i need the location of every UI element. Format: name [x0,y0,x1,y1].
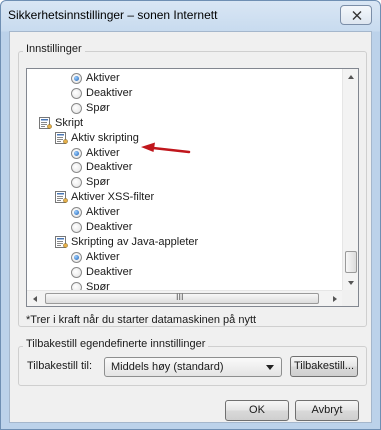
reset-group-label: Tilbakestill egendefinerte innstillinger [23,338,209,350]
reset-to-label: Tilbakestill til: [27,360,92,372]
settings-tree[interactable]: Aktiver Deaktiver Spør Skript Aktiv skriptin… [26,68,359,307]
settings-tree-items: Aktiver Deaktiver Spør Skript Aktiv skriptin… [27,69,343,291]
cancel-button[interactable]: Avbryt [295,400,359,421]
title-bar[interactable]: Sikkerhetsinnstillinger – sonen Internet… [1,1,380,31]
vertical-scroll-thumb[interactable] [345,251,357,273]
scroll-down-button[interactable] [343,275,358,291]
scroll-grip: III [176,292,184,302]
radio-label: Spør [86,176,110,189]
scroll-right-button[interactable] [327,291,343,306]
ok-button[interactable]: OK [225,400,289,421]
category-label: Aktiv skripting [71,131,139,144]
radio-unchecked-icon[interactable] [71,222,82,233]
settings-page-icon [55,191,68,204]
category-label: Aktiver XSS-filter [71,191,155,204]
settings-page-icon [55,131,68,144]
scroll-up-button[interactable] [343,69,358,85]
scroll-left-button[interactable] [27,291,43,306]
settings-page-icon [55,235,68,248]
radio-unchecked-icon[interactable] [71,177,82,189]
close-icon [352,11,362,20]
radio-checked-icon[interactable] [71,147,82,159]
window-title: Sikkerhetsinnstillinger – sonen Internet… [8,8,218,22]
vertical-scrollbar[interactable] [342,69,358,291]
scrollbar-corner [342,290,358,306]
dialog-window: Sikkerhetsinnstillinger – sonen Internet… [0,0,381,430]
radio-label: Aktiver [86,146,120,159]
category-label: Skripting av Java-appleter [71,235,199,248]
red-arrow-icon [141,142,191,154]
radio-label: Aktiver [86,250,120,263]
radio-unchecked-icon[interactable] [71,102,82,114]
reset-level-dropdown[interactable]: Middels høy (standard) [104,357,282,377]
chevron-right-icon [333,296,337,302]
restart-note: *Trer i kraft når du starter datamaskine… [26,314,257,326]
radio-label: Deaktiver [86,221,133,233]
radio-checked-icon[interactable] [71,207,82,219]
chevron-left-icon [33,296,37,302]
radio-unchecked-icon[interactable] [71,266,82,278]
dropdown-arrow-icon [266,365,274,370]
radio-label: Aktiver [86,72,120,84]
settings-page-icon [39,116,52,129]
radio-label: Deaktiver [86,265,133,278]
radio-unchecked-icon[interactable] [71,162,82,174]
settings-group-label: Innstillinger [23,43,85,55]
radio-unchecked-icon[interactable] [71,87,82,99]
horizontal-scroll-thumb[interactable]: III [45,292,319,304]
chevron-down-icon [348,281,354,285]
chevron-up-icon [348,75,354,79]
category-label: Skript [55,116,84,129]
radio-checked-icon[interactable] [71,251,82,263]
close-button[interactable] [340,5,372,25]
reset-button[interactable]: Tilbakestill... [290,356,358,377]
radio-label: Deaktiver [86,161,133,174]
radio-label: Aktiver [86,206,120,219]
radio-label: Spør [86,101,110,114]
radio-checked-icon[interactable] [71,73,82,84]
reset-level-value: Middels høy (standard) [111,361,224,373]
horizontal-scrollbar[interactable]: III [27,290,343,306]
radio-label: Deaktiver [86,86,133,99]
